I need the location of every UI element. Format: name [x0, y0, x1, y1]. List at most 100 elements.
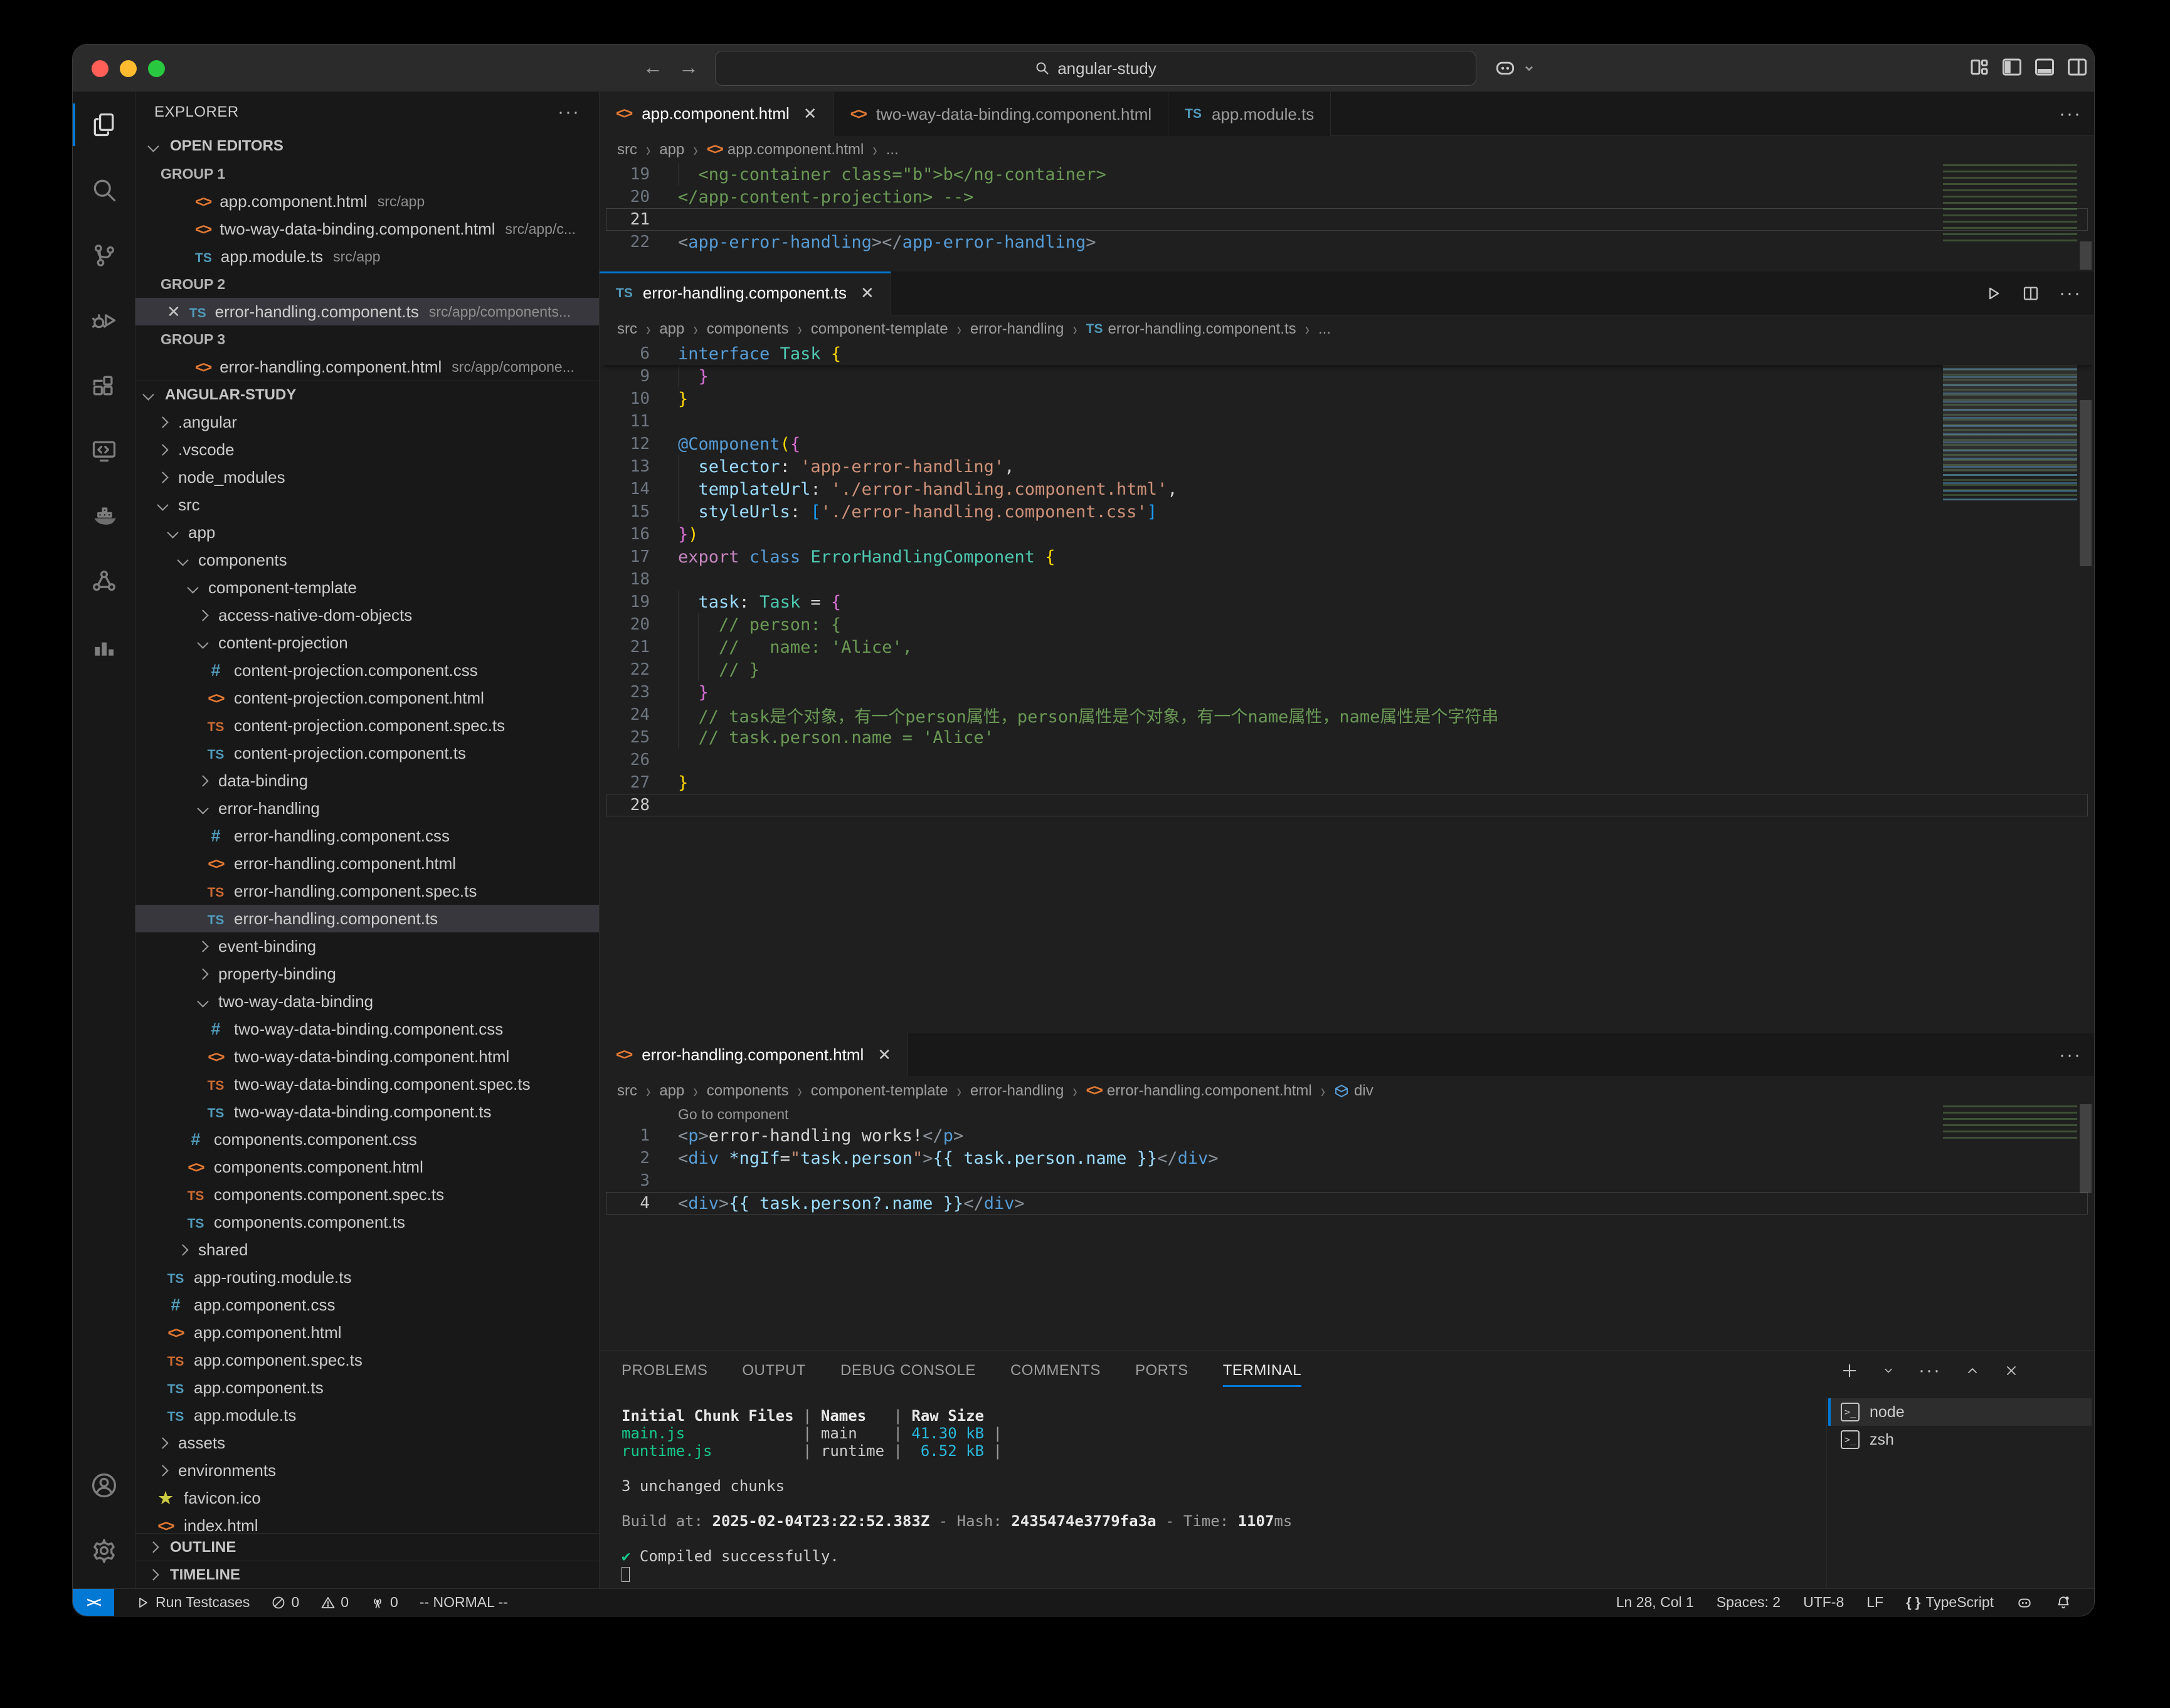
- open-editor-item[interactable]: ✕TSerror-handling.component.tssrc/app/co…: [135, 298, 599, 325]
- code-line-19[interactable]: 19 <ng-container class="b">b</ng-contain…: [600, 163, 2094, 186]
- open-editor-item[interactable]: <>two-way-data-binding.component.htmlsrc…: [135, 215, 599, 243]
- code-line-10[interactable]: 10}: [600, 387, 2094, 410]
- activity-bar-kubernetes-icon[interactable]: [73, 549, 135, 614]
- code-line-28[interactable]: 28: [600, 794, 2094, 816]
- code-line-20[interactable]: 20 // person: {: [600, 613, 2094, 636]
- tab-app.module.ts[interactable]: TSapp.module.ts: [1168, 92, 1331, 136]
- status-notifications[interactable]: [2055, 1595, 2072, 1611]
- activity-bar-docker-icon[interactable]: [73, 483, 135, 549]
- code-line-24[interactable]: 24 // task是个对象，有一个person属性，person属性是个对象，…: [600, 704, 2094, 726]
- tree-item[interactable]: content-projection: [135, 629, 599, 656]
- maximize-panel-icon[interactable]: [1965, 1363, 1980, 1378]
- tree-root-angular-study[interactable]: ANGULAR-STUDY: [135, 381, 599, 408]
- activity-bar-run-and-debug-icon[interactable]: [73, 288, 135, 353]
- tree-item[interactable]: #components.component.css: [135, 1125, 599, 1153]
- tree-item[interactable]: error-handling: [135, 794, 599, 822]
- tree-item[interactable]: ★favicon.ico: [135, 1484, 599, 1512]
- code-line-21[interactable]: 21 // name: 'Alice',: [600, 636, 2094, 658]
- toggle-primary-sidebar-icon[interactable]: [2001, 56, 2023, 78]
- scrollbar[interactable]: [2077, 271, 2094, 1032]
- scrollbar[interactable]: [2077, 1033, 2094, 1350]
- status-errors[interactable]: 0: [271, 1594, 299, 1611]
- code-line-21[interactable]: 21: [600, 208, 2094, 231]
- tree-item[interactable]: app: [135, 519, 599, 546]
- status-copilot[interactable]: [2016, 1595, 2033, 1611]
- close-window-button[interactable]: [92, 60, 109, 77]
- breadcrumbs[interactable]: src›app›<>app.component.html›...: [600, 136, 2094, 163]
- code-line-16[interactable]: 16}): [600, 523, 2094, 546]
- open-editor-item[interactable]: <>error-handling.component.htmlsrc/app/c…: [135, 353, 599, 381]
- activity-bar-test-results-icon[interactable]: [73, 614, 135, 679]
- zoom-window-button[interactable]: [148, 60, 165, 77]
- tree-item[interactable]: access-native-dom-objects: [135, 601, 599, 629]
- code-lens-go-to-component[interactable]: Go to component: [600, 1104, 2094, 1124]
- status-cursor-position[interactable]: Ln 28, Col 1: [1616, 1594, 1694, 1611]
- code-line-20[interactable]: 20</app-content-projection> -->: [600, 186, 2094, 208]
- code-line-22[interactable]: 22 // }: [600, 658, 2094, 681]
- activity-bar-extensions-icon[interactable]: [73, 353, 135, 418]
- tree-item[interactable]: TSapp.component.spec.ts: [135, 1346, 599, 1374]
- tab-two-way-data-binding.component.html[interactable]: <>two-way-data-binding.component.html: [834, 92, 1169, 136]
- tree-item[interactable]: <>content-projection.component.html: [135, 684, 599, 712]
- breadcrumbs[interactable]: src›app›components›component-template›er…: [600, 315, 2094, 342]
- remote-indicator[interactable]: ><: [73, 1589, 114, 1616]
- tree-item[interactable]: .vscode: [135, 436, 599, 463]
- tab-error-handling.component.html[interactable]: <>error-handling.component.html✕: [600, 1033, 908, 1077]
- tree-item[interactable]: data-binding: [135, 767, 599, 794]
- code-line-6[interactable]: 6interface Task {: [600, 342, 2094, 365]
- code-line-4[interactable]: 4<div>{{ task.person?.name }}</div>: [600, 1192, 2094, 1215]
- close-tab-icon[interactable]: ✕: [877, 1045, 891, 1065]
- command-center-search[interactable]: angular-study: [715, 51, 1476, 86]
- code-line-2[interactable]: 2<div *ngIf="task.person">{{ task.person…: [600, 1147, 2094, 1169]
- code-editor[interactable]: Go to component1<p>error-handling works!…: [600, 1104, 2094, 1215]
- code-editor[interactable]: 6interface Task {9 }10}1112@Component({1…: [600, 342, 2094, 816]
- code-line-12[interactable]: 12@Component({: [600, 433, 2094, 455]
- tree-item[interactable]: #error-handling.component.css: [135, 822, 599, 850]
- tree-item[interactable]: TSapp.component.ts: [135, 1374, 599, 1401]
- panel-tab-problems[interactable]: PROBLEMS: [622, 1351, 707, 1391]
- tree-item[interactable]: <>error-handling.component.html: [135, 850, 599, 877]
- code-line-9[interactable]: 9 }: [600, 365, 2094, 387]
- code-line-3[interactable]: 3: [600, 1169, 2094, 1192]
- activity-bar-remote-explorer-icon[interactable]: [73, 418, 135, 483]
- close-editor-icon[interactable]: ✕: [167, 302, 181, 322]
- tree-item[interactable]: TScontent-projection.component.spec.ts: [135, 712, 599, 739]
- status-language-mode[interactable]: { }TypeScript: [1906, 1594, 1994, 1611]
- tree-item[interactable]: #content-projection.component.css: [135, 656, 599, 684]
- tree-item[interactable]: #two-way-data-binding.component.css: [135, 1015, 599, 1043]
- breadcrumbs[interactable]: src›app›components›component-template›er…: [600, 1077, 2094, 1104]
- status-run-testcases[interactable]: Run Testcases: [135, 1594, 250, 1611]
- new-terminal-icon[interactable]: [1841, 1362, 1858, 1379]
- terminal-instance-zsh[interactable]: >_zsh: [1828, 1426, 2092, 1453]
- activity-bar-source-control-icon[interactable]: [73, 223, 135, 288]
- terminal-instance-node[interactable]: >_node: [1828, 1398, 2092, 1426]
- code-editor[interactable]: 19 <ng-container class="b">b</ng-contain…: [600, 163, 2094, 253]
- minimap[interactable]: [1943, 164, 2077, 246]
- tree-item[interactable]: component-template: [135, 574, 599, 601]
- minimize-window-button[interactable]: [120, 60, 137, 77]
- tree-item[interactable]: <>two-way-data-binding.component.html: [135, 1043, 599, 1070]
- activity-bar-search-icon[interactable]: [73, 157, 135, 223]
- panel-tab-terminal[interactable]: TERMINAL: [1223, 1351, 1301, 1391]
- code-line-13[interactable]: 13 selector: 'app-error-handling',: [600, 455, 2094, 478]
- status-indentation[interactable]: Spaces: 2: [1717, 1594, 1781, 1611]
- activity-bar-settings-icon[interactable]: [73, 1518, 135, 1583]
- code-line-1[interactable]: 1<p>error-handling works!</p>: [600, 1124, 2094, 1147]
- tree-item[interactable]: TSapp-routing.module.ts: [135, 1263, 599, 1291]
- panel-tab-ports[interactable]: PORTS: [1135, 1351, 1188, 1391]
- panel-tab-comments[interactable]: COMMENTS: [1010, 1351, 1101, 1391]
- close-tab-icon[interactable]: ✕: [860, 283, 874, 303]
- toggle-secondary-sidebar-icon[interactable]: [2066, 56, 2088, 78]
- code-line-17[interactable]: 17export class ErrorHandlingComponent {: [600, 546, 2094, 568]
- code-line-22[interactable]: 22<app-error-handling></app-error-handli…: [600, 231, 2094, 253]
- close-panel-icon[interactable]: [2004, 1363, 2019, 1378]
- tree-item[interactable]: <>components.component.html: [135, 1153, 599, 1181]
- status-vim-mode[interactable]: -- NORMAL --: [420, 1594, 508, 1611]
- more-actions-icon[interactable]: ···: [1919, 1360, 1941, 1381]
- code-line-19[interactable]: 19 task: Task = {: [600, 591, 2094, 613]
- tab-error-handling.component.ts[interactable]: TSerror-handling.component.ts✕: [600, 271, 891, 315]
- chevron-down-icon[interactable]: [1523, 62, 1535, 75]
- code-line-23[interactable]: 23 }: [600, 681, 2094, 704]
- toggle-panel-icon[interactable]: [2033, 56, 2056, 78]
- tree-item[interactable]: two-way-data-binding: [135, 988, 599, 1015]
